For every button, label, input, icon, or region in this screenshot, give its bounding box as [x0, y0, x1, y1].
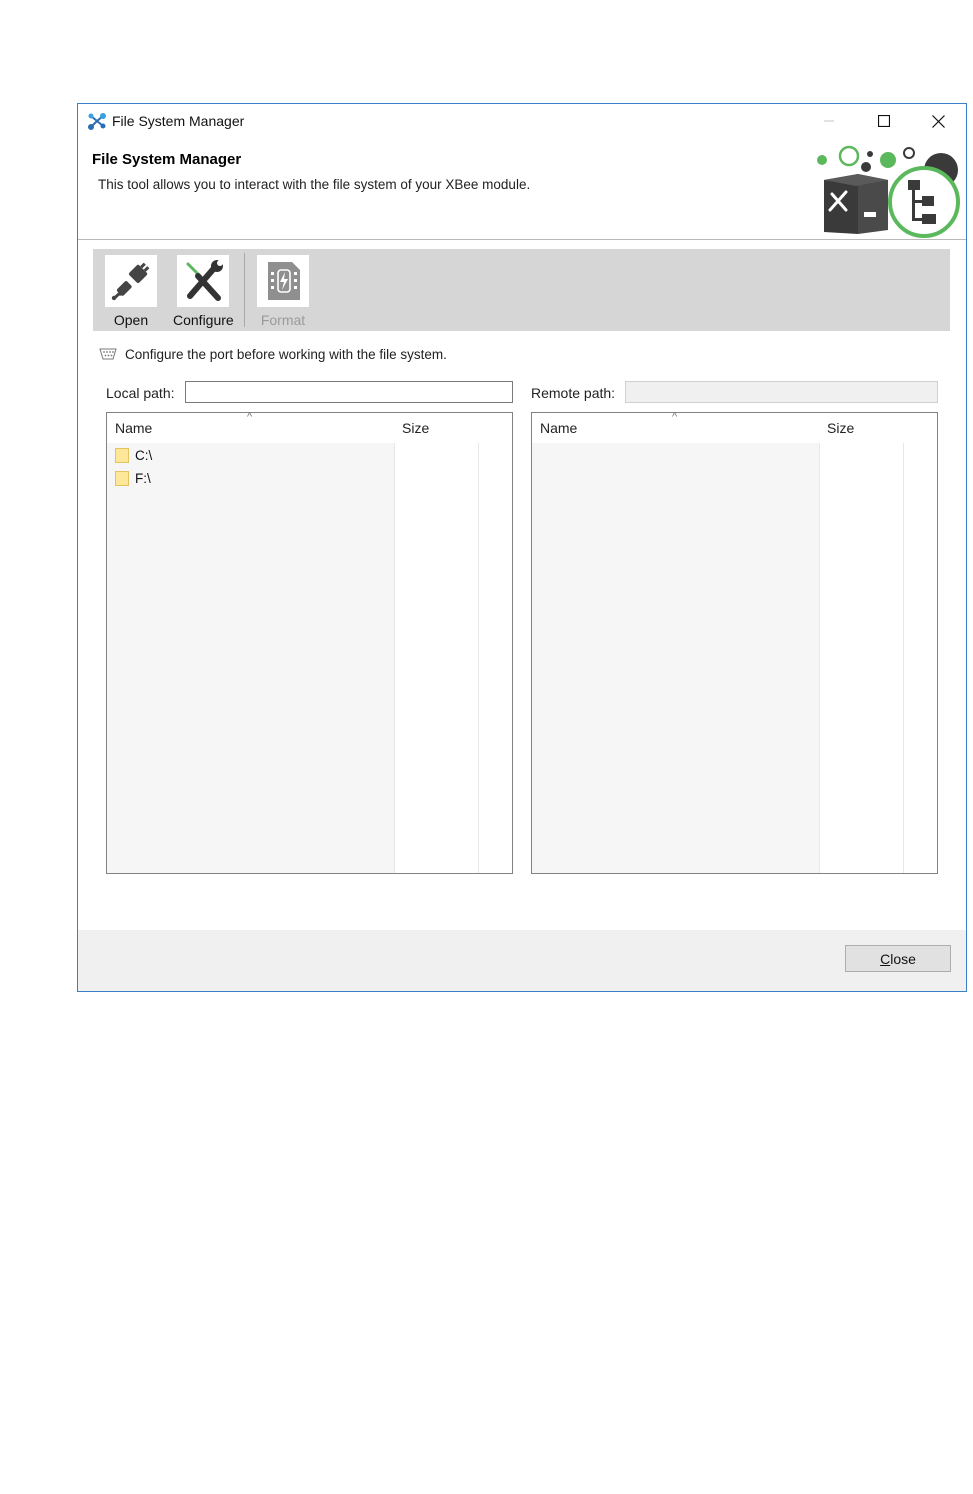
open-label: Open	[113, 312, 149, 328]
local-column-name[interactable]: Name	[115, 420, 152, 436]
sort-ascending-icon: ^	[672, 412, 678, 423]
memory-chip-icon	[268, 262, 300, 300]
page-title: File System Manager	[92, 151, 242, 168]
dialog-footer: Close	[78, 930, 966, 991]
remote-file-list[interactable]: ^ Name Size	[531, 412, 938, 874]
close-window-button[interactable]	[915, 104, 961, 138]
maximize-icon	[878, 115, 890, 127]
list-item-name: C:\	[135, 447, 153, 463]
minimize-icon	[824, 120, 834, 122]
maximize-button[interactable]	[861, 104, 907, 138]
network-nodes-icon	[88, 113, 106, 130]
close-label-rest: lose	[890, 950, 916, 967]
minimize-button[interactable]	[806, 104, 852, 138]
plug-connector-icon	[111, 262, 150, 301]
list-item[interactable]: C:\	[115, 445, 152, 465]
open-button[interactable]: Open	[105, 255, 157, 329]
format-label: Format	[260, 312, 306, 328]
sort-ascending-icon: ^	[247, 412, 253, 423]
window-title: File System Manager	[112, 113, 245, 129]
local-list-header: ^ Name Size	[107, 413, 512, 443]
local-column-size[interactable]: Size	[402, 420, 429, 436]
remote-path-label: Remote path:	[531, 385, 616, 401]
configure-button[interactable]: Configure	[173, 255, 234, 329]
status-text: Configure the port before working with t…	[125, 346, 447, 362]
local-path-input[interactable]	[185, 381, 513, 403]
remote-column-size[interactable]: Size	[827, 420, 854, 436]
local-file-list[interactable]: ^ Name Size C:\ F:\	[106, 412, 513, 874]
remote-list-header: ^ Name Size	[532, 413, 937, 443]
close-button[interactable]: Close	[845, 945, 951, 972]
configure-label: Configure	[173, 312, 234, 328]
format-button[interactable]: Format	[257, 255, 309, 329]
close-icon	[931, 114, 945, 128]
close-mnemonic: C	[880, 950, 891, 967]
folder-icon	[115, 470, 129, 486]
serial-port-icon	[99, 348, 117, 360]
page-description: This tool allows you to interact with th…	[98, 177, 531, 192]
header-divider	[78, 239, 966, 240]
list-item[interactable]: F:\	[115, 468, 151, 488]
toolbar-separator	[244, 253, 245, 327]
title-bar[interactable]: File System Manager	[78, 104, 966, 138]
list-item-name: F:\	[135, 470, 151, 486]
file-system-manager-window: File System Manager File System Manager …	[77, 103, 967, 992]
wrench-screwdriver-icon	[186, 260, 224, 301]
status-message: Configure the port before working with t…	[99, 344, 447, 364]
file-system-logo-icon	[817, 145, 960, 238]
toolbar: Open Configure Format	[93, 249, 950, 331]
remote-path-input[interactable]	[625, 381, 938, 403]
folder-icon	[115, 447, 129, 463]
local-path-label: Local path:	[106, 385, 175, 401]
remote-column-name[interactable]: Name	[540, 420, 577, 436]
